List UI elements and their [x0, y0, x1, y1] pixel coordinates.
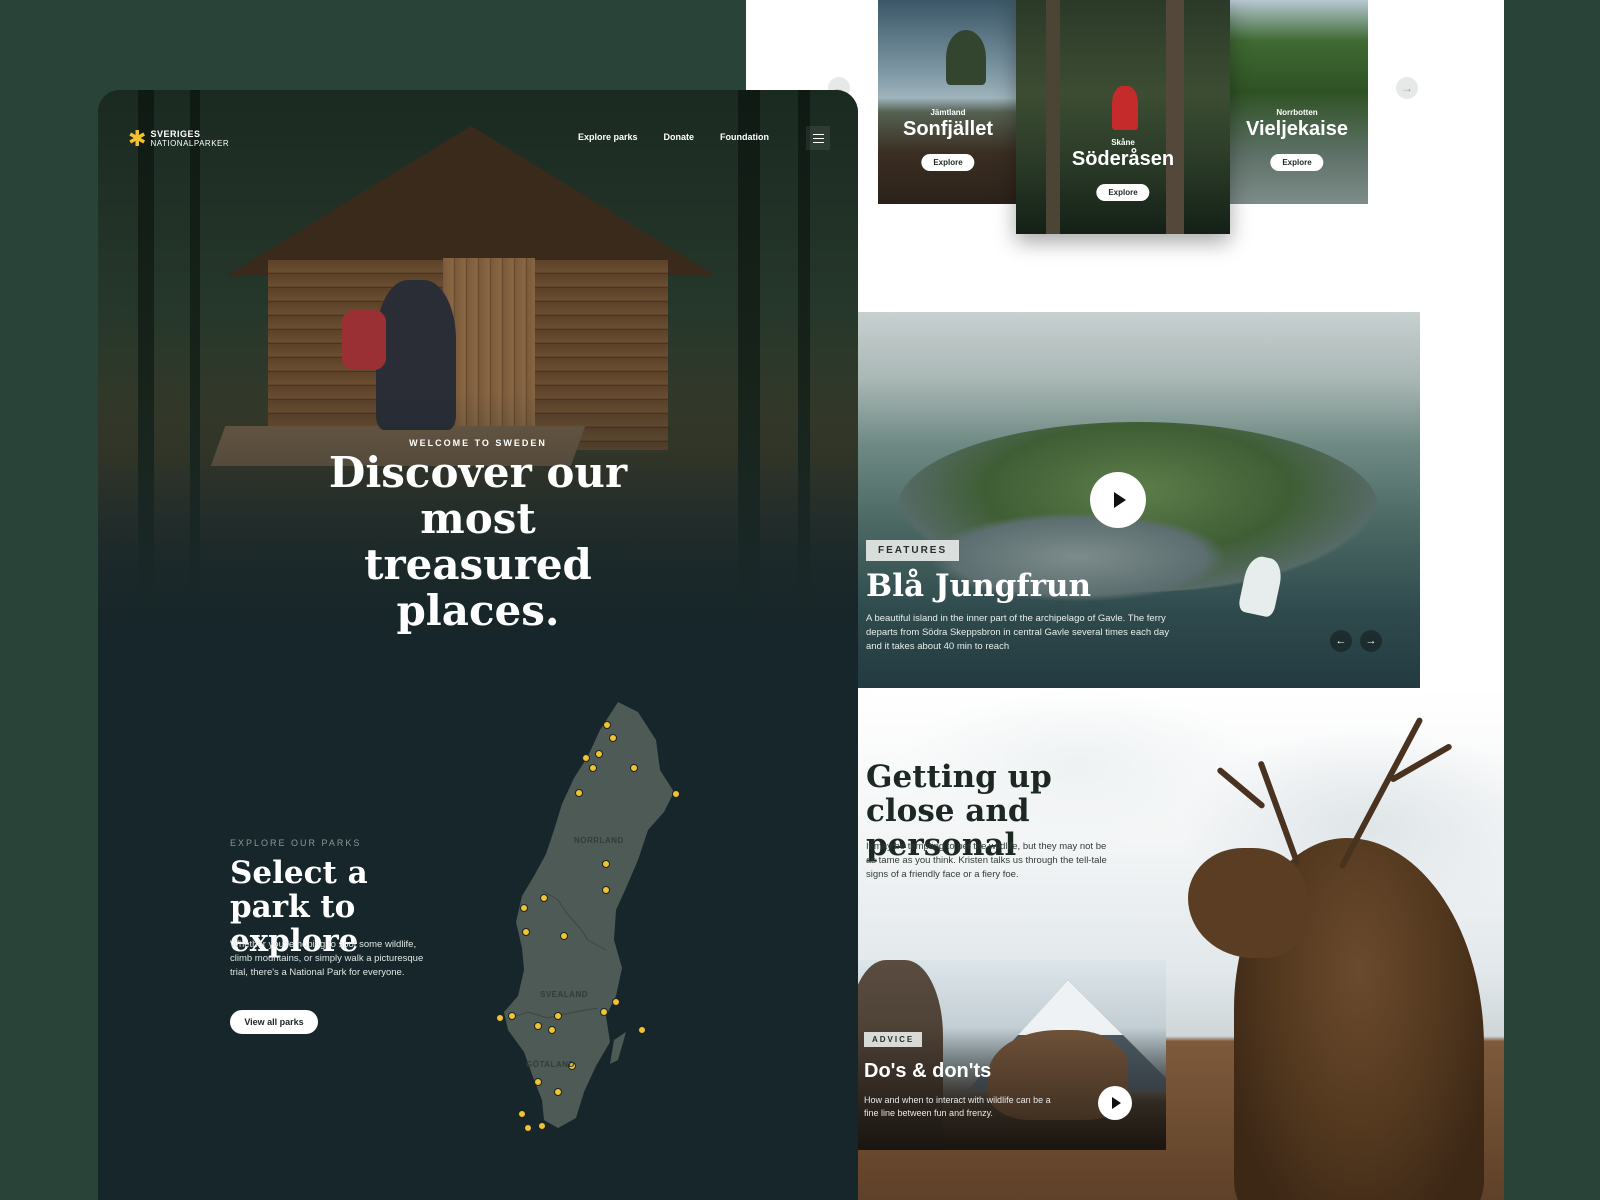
hero-title: Discover our most treasured places.: [328, 448, 628, 635]
advice-card[interactable]: ADVICE Do's & don'ts How and when to int…: [858, 960, 1166, 1150]
park-name: Vieljekaise: [1246, 118, 1348, 140]
advice-title: Do's & don'ts: [864, 1060, 992, 1082]
cabin-roof: [226, 126, 716, 276]
explore-description: Whether you're hoping to spot some wildl…: [230, 939, 424, 978]
tree-island: [946, 30, 986, 85]
park-region: Jämtland: [930, 108, 966, 117]
logo[interactable]: ✱ SVERIGES NATIONALPARKER: [128, 128, 229, 150]
park-name: Sonfjället: [902, 118, 993, 140]
hiker-figure: [1112, 86, 1138, 130]
tree-trunk: [1166, 0, 1184, 234]
nav-explore-parks[interactable]: Explore parks: [578, 132, 638, 142]
park-card-sonfjallet[interactable]: Jämtland Sonfjället Explore: [878, 0, 1018, 204]
flower-logo-icon: ✱: [128, 126, 147, 151]
right-page: ← → Jämtland Sonfjället Explore Norrbott…: [746, 0, 1504, 1200]
backpack-image: [342, 310, 386, 370]
view-all-parks-button[interactable]: View all parks: [230, 1010, 318, 1034]
map-label-norrland: NORRLAND: [574, 836, 624, 845]
left-page: ✱ SVERIGES NATIONALPARKER Explore parks …: [98, 90, 858, 1200]
play-icon[interactable]: [1098, 1086, 1132, 1120]
advice-tag: ADVICE: [864, 1032, 923, 1047]
park-region: Skåne: [1111, 138, 1135, 147]
advice-description: How and when to interact with wildlife c…: [864, 1095, 1051, 1118]
tree-trunk: [1046, 0, 1060, 234]
hamburger-menu-icon[interactable]: [806, 126, 830, 150]
park-region: Norrbotten: [1276, 108, 1318, 117]
explore-button[interactable]: Explore: [1270, 154, 1324, 171]
park-card-soderasen[interactable]: Skåne Söderåsen Explore: [1016, 0, 1230, 234]
explore-button[interactable]: Explore: [921, 154, 975, 171]
sweden-map[interactable]: NORRLAND SVEALAND GÖTALAND: [488, 700, 708, 1140]
park-card-vieljekaise[interactable]: Norrbotten Vieljekaise Explore: [1226, 0, 1368, 204]
feature-video[interactable]: FEATURES Blå Jungfrun A beautiful island…: [858, 312, 1420, 688]
feature-description: A beautiful island in the inner part of …: [866, 613, 1170, 652]
nav-foundation[interactable]: Foundation: [720, 132, 769, 142]
explore-kicker: EXPLORE OUR PARKS: [230, 838, 362, 848]
map-label-svealand: SVEALAND: [540, 990, 589, 999]
snow-peak: [1018, 980, 1123, 1035]
section-body: It may be tempting to pet the wildlife, …: [866, 841, 1107, 880]
map-label-gotaland: GÖTALAND: [526, 1060, 575, 1069]
carousel-next-button[interactable]: →: [1396, 77, 1418, 99]
feature-title: Blå Jungfrun: [866, 568, 1092, 604]
logo-text: SVERIGES NATIONALPARKER: [150, 129, 230, 149]
logo-line1: SVERIGES: [150, 129, 201, 139]
sweden-map-shape: [496, 702, 680, 1132]
play-icon[interactable]: [1090, 472, 1146, 528]
park-name: Söderåsen: [1071, 148, 1175, 170]
hero-kicker: WELCOME TO SWEDEN: [409, 438, 547, 448]
feature-next-button[interactable]: →: [1360, 630, 1382, 652]
logo-line2: NATIONALPARKER: [150, 139, 230, 148]
nav-donate[interactable]: Donate: [664, 132, 695, 142]
feature-prev-button[interactable]: ←: [1330, 630, 1352, 652]
stag-head: [1188, 848, 1308, 958]
explore-button[interactable]: Explore: [1096, 184, 1150, 201]
top-nav: Explore parks Donate Foundation: [578, 132, 769, 142]
features-tag: FEATURES: [866, 540, 960, 561]
